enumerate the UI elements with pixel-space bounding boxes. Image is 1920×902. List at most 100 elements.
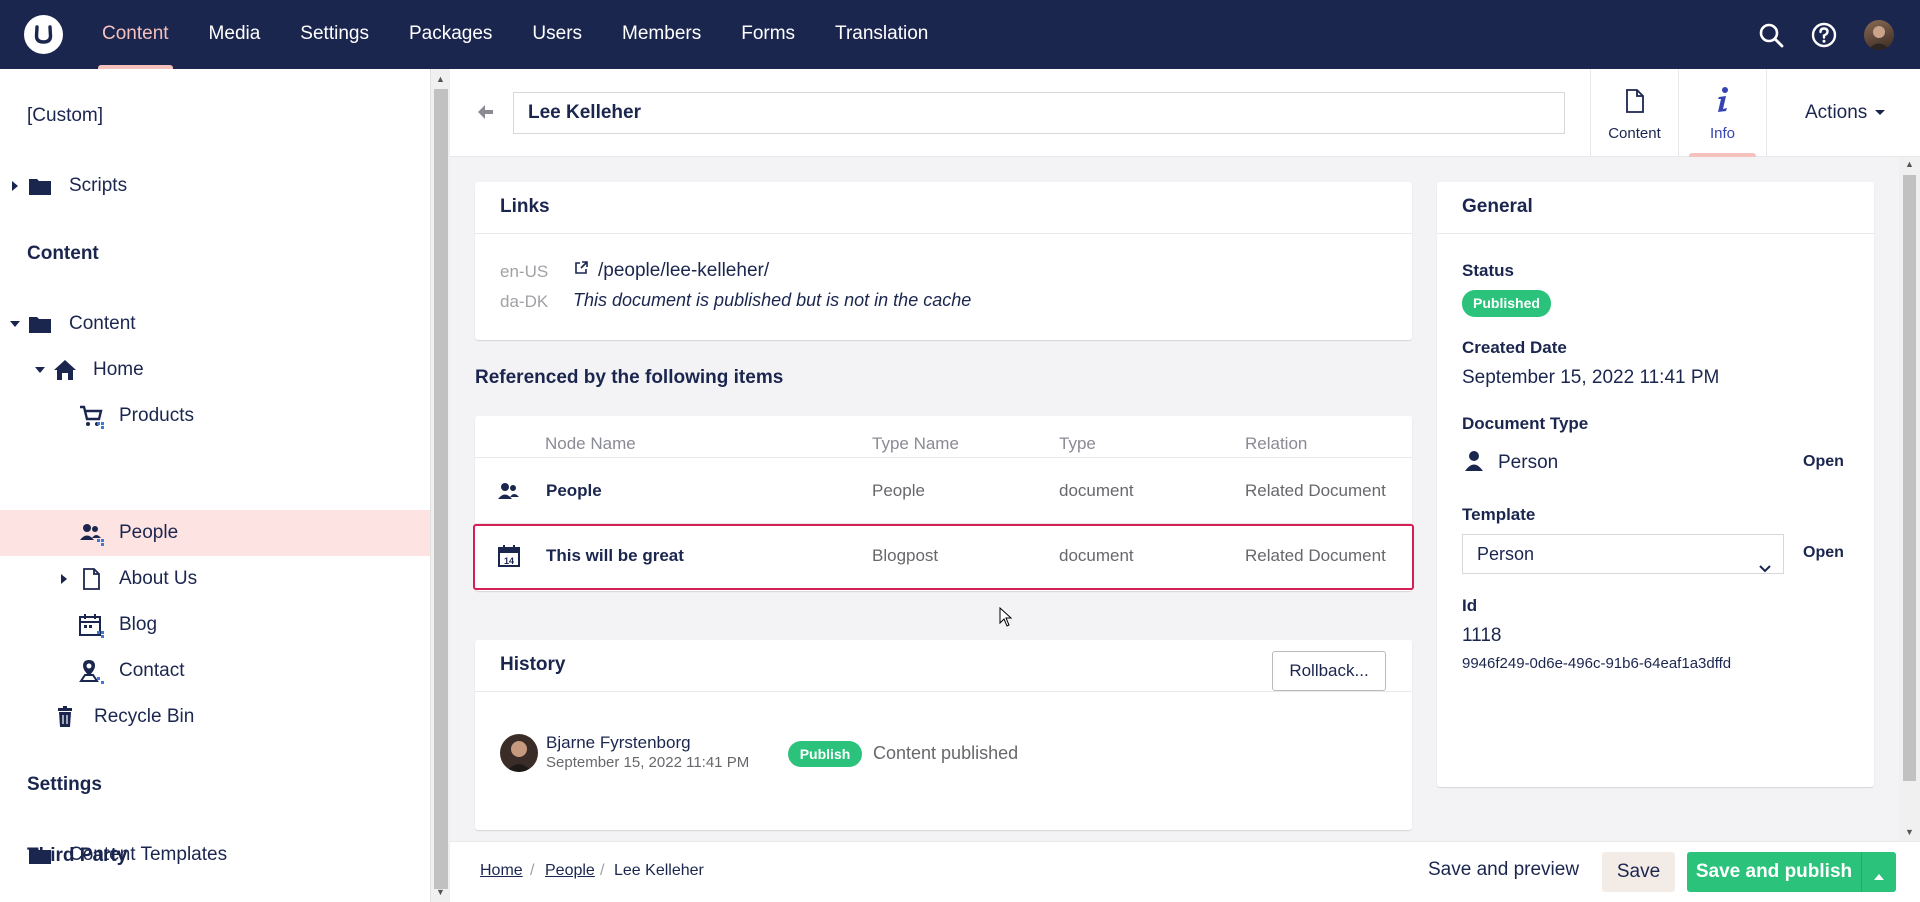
tree-item-label: Home bbox=[93, 359, 144, 380]
tree-item-label: Content bbox=[69, 313, 136, 334]
nav-forms[interactable]: Forms bbox=[721, 0, 815, 69]
editor-main: Content Info Actions Links en-US /people… bbox=[450, 69, 1920, 902]
nav-members[interactable]: Members bbox=[602, 0, 721, 69]
save-button[interactable]: Save bbox=[1602, 852, 1675, 892]
published-url-link[interactable]: /people/lee-kelleher/ bbox=[598, 260, 769, 282]
tab-label: Content bbox=[1608, 125, 1661, 142]
tree-item-about-us[interactable]: About Us bbox=[0, 557, 430, 601]
collapse-caret-icon[interactable] bbox=[35, 367, 45, 373]
search-icon[interactable] bbox=[1757, 21, 1785, 49]
links-panel: Links en-US /people/lee-kelleher/ da-DK … bbox=[475, 182, 1412, 340]
scroll-down-icon[interactable]: ▼ bbox=[1905, 827, 1914, 837]
shopping-cart-icon bbox=[78, 403, 104, 429]
history-user: Bjarne Fyrstenborg bbox=[546, 733, 691, 752]
nav-packages[interactable]: Packages bbox=[389, 0, 512, 69]
not-in-cache-message: This document is published but is not in… bbox=[573, 290, 972, 310]
history-message: Content published bbox=[873, 743, 1019, 763]
document-icon bbox=[78, 566, 104, 592]
references-title: Referenced by the following items bbox=[475, 367, 784, 388]
umbraco-logo[interactable] bbox=[24, 15, 63, 54]
document-type-label: Document Type bbox=[1462, 414, 1589, 433]
publish-badge: Publish bbox=[788, 741, 862, 767]
top-navigation-bar: Content Media Settings Packages Users Me… bbox=[0, 0, 1920, 69]
actions-menu-button[interactable]: Actions bbox=[1766, 69, 1920, 157]
breadcrumb-people[interactable]: People bbox=[545, 862, 595, 880]
publish-options-button[interactable] bbox=[1861, 852, 1896, 892]
tree-item-label: Blog bbox=[119, 614, 158, 635]
nav-media[interactable]: Media bbox=[189, 0, 281, 69]
tree-item-people[interactable]: People bbox=[0, 510, 430, 556]
tree-item-label: Products bbox=[119, 405, 194, 426]
tree-item-scripts[interactable]: Scripts bbox=[0, 164, 430, 208]
save-and-preview-button[interactable]: Save and preview bbox=[1428, 859, 1579, 881]
chevron-down-icon bbox=[1759, 549, 1771, 587]
calendar-icon bbox=[78, 612, 104, 638]
tree-item-products[interactable]: Products bbox=[0, 394, 430, 438]
row-highlight-outline bbox=[473, 524, 1414, 590]
section-third-party: Third Party bbox=[27, 845, 128, 866]
tree-item-home[interactable]: Home bbox=[0, 348, 430, 392]
open-template-link[interactable]: Open bbox=[1803, 544, 1844, 562]
column-node-name: Node Name bbox=[545, 434, 636, 453]
created-date-label: Created Date bbox=[1462, 338, 1567, 357]
tree-sidebar: [Custom] Scripts Content Content Home Pr… bbox=[0, 69, 430, 902]
breadcrumb-separator: / bbox=[530, 862, 535, 879]
nav-users[interactable]: Users bbox=[512, 0, 602, 69]
scroll-up-icon[interactable]: ▲ bbox=[1905, 159, 1914, 169]
person-icon bbox=[1464, 450, 1484, 477]
column-type-name: Type Name bbox=[872, 434, 959, 453]
culture-da-dk: da-DK bbox=[500, 292, 549, 311]
tree-item-contact[interactable]: Contact bbox=[0, 649, 430, 693]
scrollbar-thumb[interactable] bbox=[1903, 175, 1916, 781]
nav-translation[interactable]: Translation bbox=[815, 0, 948, 69]
row-relation: Related Document bbox=[1245, 481, 1386, 500]
culture-en-us: en-US bbox=[500, 262, 549, 281]
status-label: Status bbox=[1462, 261, 1514, 280]
back-arrow-icon[interactable] bbox=[475, 102, 495, 122]
tree-item-blog[interactable]: Blog bbox=[0, 603, 430, 647]
folder-icon bbox=[27, 311, 53, 337]
template-select-value: Person bbox=[1477, 544, 1535, 564]
rollback-button[interactable]: Rollback... bbox=[1272, 651, 1386, 691]
section-settings: Settings bbox=[27, 774, 102, 795]
tab-info[interactable]: Info bbox=[1678, 69, 1766, 157]
location-pin-icon bbox=[78, 658, 104, 684]
sidebar-scrollbar[interactable]: ▲ ▼ bbox=[430, 69, 450, 902]
template-select[interactable]: Person bbox=[1462, 534, 1784, 574]
template-label: Template bbox=[1462, 505, 1536, 524]
section-custom: [Custom] bbox=[27, 105, 104, 126]
tree-item-recycle-bin[interactable]: Recycle Bin bbox=[0, 695, 430, 739]
table-row[interactable]: People People document Related Document bbox=[475, 458, 1412, 523]
open-document-type-link[interactable]: Open bbox=[1803, 453, 1844, 471]
folder-icon bbox=[27, 173, 53, 199]
actions-label: Actions bbox=[1805, 102, 1868, 123]
tree-item-label: About Us bbox=[119, 568, 198, 589]
row-node-name[interactable]: People bbox=[546, 481, 602, 501]
tab-content[interactable]: Content bbox=[1590, 69, 1678, 157]
tree-item-content-root[interactable]: Content bbox=[0, 302, 430, 346]
expand-caret-icon[interactable] bbox=[61, 574, 67, 584]
scrollbar-thumb[interactable] bbox=[434, 89, 448, 889]
document-type-value: Person bbox=[1498, 452, 1559, 473]
tree-item-label: Scripts bbox=[69, 175, 128, 196]
nav-content[interactable]: Content bbox=[82, 0, 189, 69]
scroll-up-icon[interactable]: ▲ bbox=[436, 74, 445, 84]
save-and-publish-button[interactable]: Save and publish bbox=[1687, 852, 1861, 892]
section-nav: Content Media Settings Packages Users Me… bbox=[82, 0, 948, 69]
scroll-down-icon[interactable]: ▼ bbox=[436, 887, 445, 897]
mouse-cursor-icon bbox=[999, 606, 1013, 632]
column-relation: Relation bbox=[1245, 434, 1308, 453]
collapse-caret-icon[interactable] bbox=[10, 321, 20, 327]
nav-settings[interactable]: Settings bbox=[280, 0, 389, 69]
tree-item-label: Recycle Bin bbox=[94, 706, 195, 727]
expand-caret-icon[interactable] bbox=[12, 181, 18, 191]
user-avatar[interactable] bbox=[1864, 20, 1894, 50]
breadcrumb-home[interactable]: Home bbox=[480, 862, 523, 880]
people-icon bbox=[78, 520, 104, 546]
main-scrollbar[interactable]: ▲ ▼ bbox=[1899, 157, 1920, 841]
history-panel: History Rollback... Bjarne Fyrstenborg S… bbox=[475, 640, 1412, 830]
status-badge: Published bbox=[1462, 290, 1551, 317]
breadcrumb-current: Lee Kelleher bbox=[614, 862, 704, 879]
node-name-input[interactable] bbox=[513, 92, 1565, 134]
help-icon[interactable] bbox=[1810, 21, 1838, 49]
